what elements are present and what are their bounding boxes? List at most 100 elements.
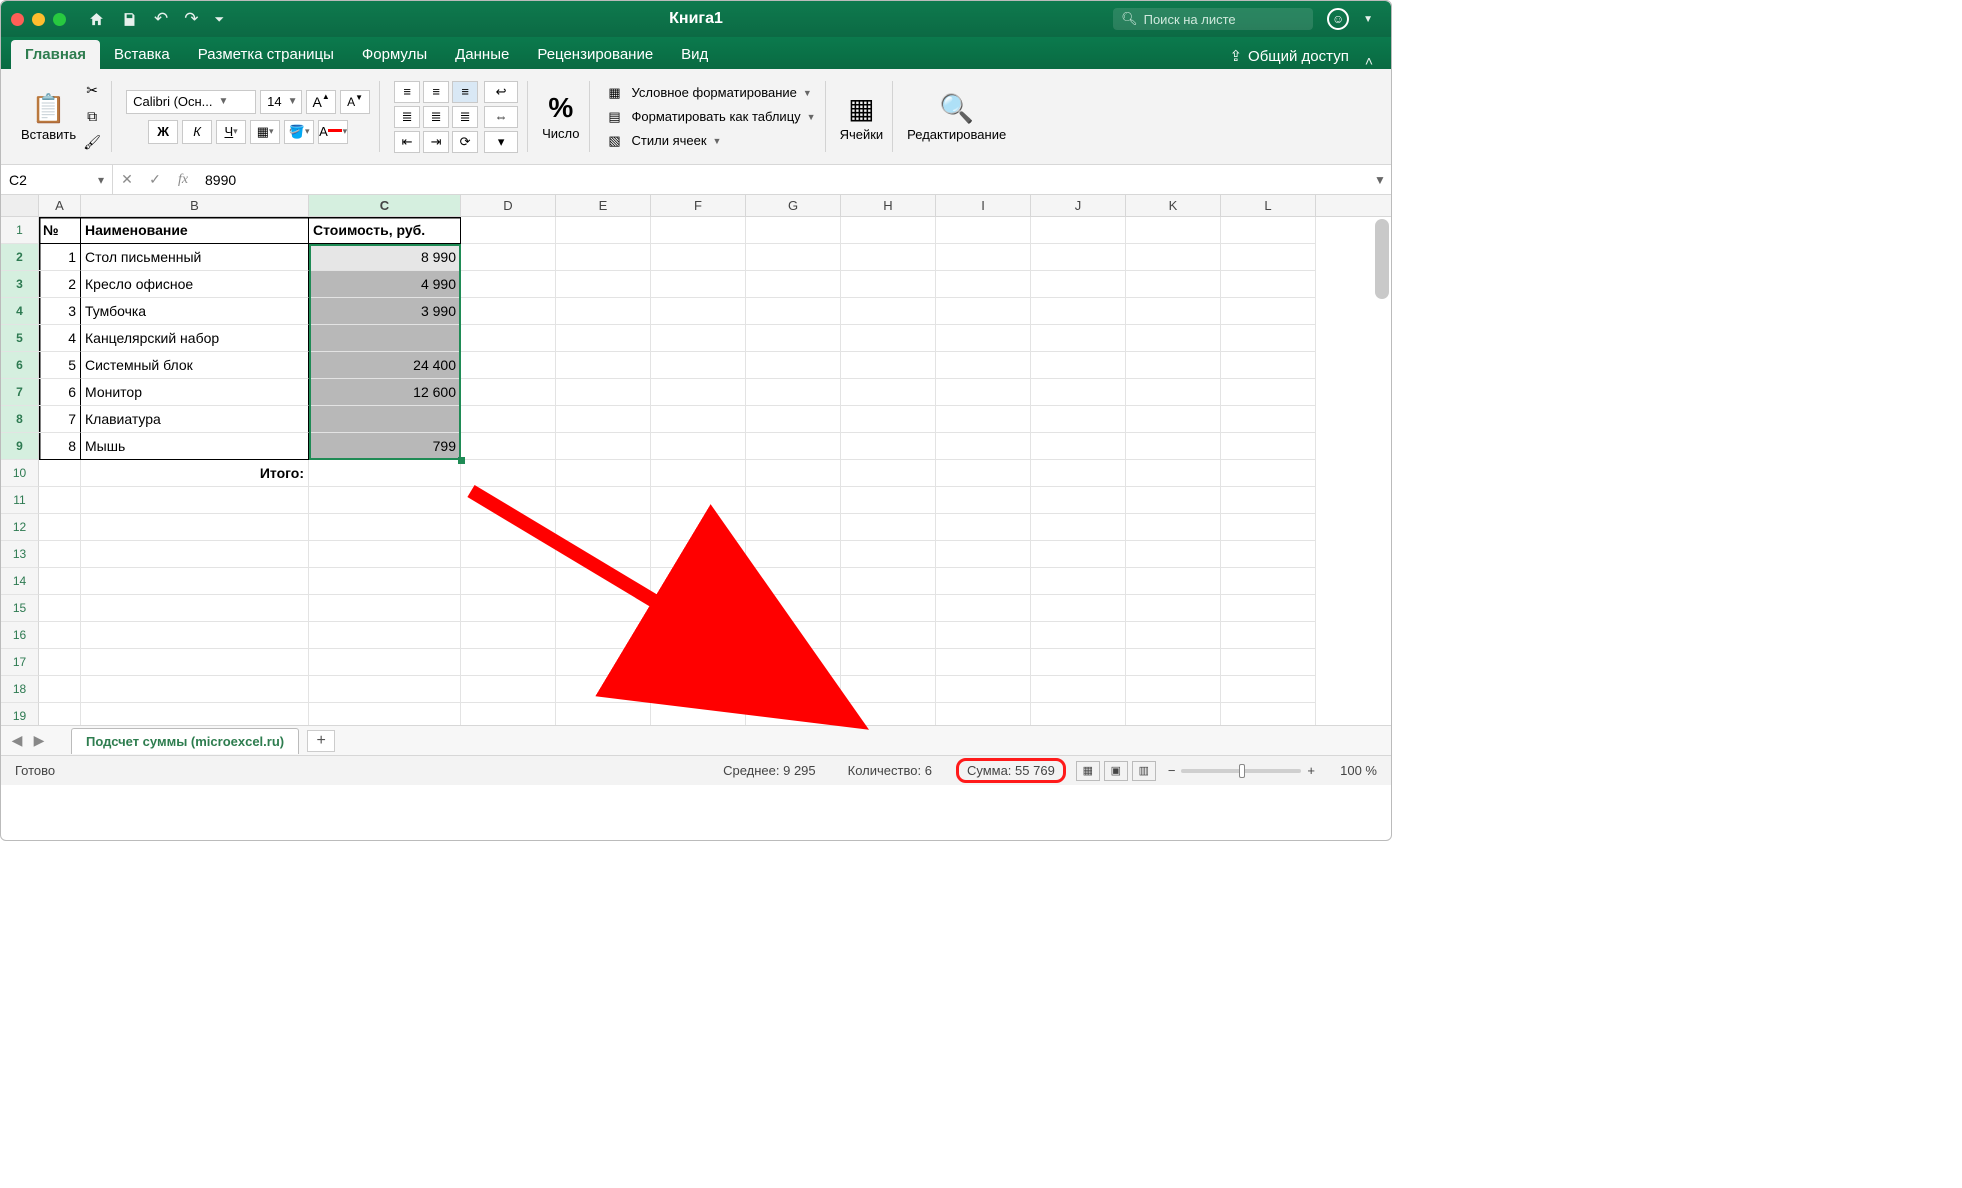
cell[interactable] [309,460,461,487]
quick-access-overflow-icon[interactable]: ⏷ [215,12,225,27]
italic-button[interactable]: К [182,120,212,144]
cell[interactable] [461,649,556,676]
accept-formula-button[interactable]: ✓ [141,171,169,188]
cell[interactable] [81,649,309,676]
cell[interactable] [841,298,936,325]
cell[interactable] [1221,595,1316,622]
row-header[interactable]: 11 [1,487,39,514]
cell[interactable] [461,703,556,725]
cell[interactable] [1126,568,1221,595]
cell[interactable] [1126,379,1221,406]
cell[interactable] [746,676,841,703]
cell[interactable] [461,487,556,514]
cell[interactable] [1126,217,1221,244]
align-top-button[interactable]: ≡ [394,81,420,103]
cell[interactable] [39,460,81,487]
cell[interactable] [651,676,746,703]
cell[interactable] [1031,217,1126,244]
row-header[interactable]: 18 [1,676,39,703]
cell[interactable] [309,595,461,622]
cell[interactable] [1221,514,1316,541]
cell[interactable] [651,244,746,271]
col-header-G[interactable]: G [746,195,841,216]
col-header-C[interactable]: C [309,195,461,216]
cell[interactable] [746,487,841,514]
cell[interactable]: 799 [309,433,461,460]
cell[interactable]: Монитор [81,379,309,406]
cell[interactable] [1031,460,1126,487]
cell[interactable] [1031,568,1126,595]
cell[interactable] [461,271,556,298]
cell[interactable]: Наименование [81,217,309,244]
cell[interactable] [39,622,81,649]
cell[interactable] [651,271,746,298]
cell[interactable] [81,703,309,725]
cell[interactable] [936,298,1031,325]
cell[interactable] [936,217,1031,244]
cell[interactable]: Тумбочка [81,298,309,325]
cell[interactable] [746,217,841,244]
cell[interactable] [936,676,1031,703]
cell[interactable]: Клавиатура [81,406,309,433]
cell[interactable] [651,541,746,568]
cell[interactable] [651,649,746,676]
cell[interactable] [1221,649,1316,676]
row-header[interactable]: 16 [1,622,39,649]
cell[interactable] [556,379,651,406]
cell[interactable] [651,433,746,460]
cell[interactable] [841,352,936,379]
cell[interactable]: 6 [39,379,81,406]
cell[interactable] [1126,271,1221,298]
feedback-icon[interactable]: ☺ [1327,8,1349,30]
row-header[interactable]: 5 [1,325,39,352]
cell[interactable] [556,622,651,649]
cell[interactable] [841,460,936,487]
cell[interactable] [1031,352,1126,379]
cell[interactable] [841,703,936,725]
cell[interactable] [651,703,746,725]
cell[interactable] [841,406,936,433]
row-header[interactable]: 1 [1,217,39,244]
zoom-in-button[interactable]: + [1307,763,1315,778]
cell[interactable] [651,595,746,622]
cell[interactable] [1126,595,1221,622]
cell[interactable] [936,379,1031,406]
cell[interactable] [461,325,556,352]
cell[interactable] [1126,649,1221,676]
close-window-button[interactable] [11,13,24,26]
cell[interactable] [746,325,841,352]
cell[interactable]: 5 [39,352,81,379]
cell[interactable]: 24 400 [309,352,461,379]
search-input[interactable] [1144,12,1294,27]
cell[interactable] [461,460,556,487]
row-header[interactable]: 3 [1,271,39,298]
expand-formula-bar-button[interactable]: ▼ [1369,173,1391,187]
cell[interactable] [1031,595,1126,622]
cell[interactable] [39,595,81,622]
share-button[interactable]: ⇪ Общий доступ [1221,43,1356,69]
cell[interactable] [841,244,936,271]
col-header-J[interactable]: J [1031,195,1126,216]
cell[interactable] [556,271,651,298]
cell[interactable] [461,433,556,460]
conditional-formatting-button[interactable]: ▦Условное форматирование▼ [604,84,812,102]
cell[interactable]: 4 [39,325,81,352]
cell[interactable] [841,595,936,622]
cell[interactable] [746,595,841,622]
zoom-slider-track[interactable] [1181,769,1301,773]
cell[interactable] [746,622,841,649]
underline-button[interactable]: Ч▾ [216,120,246,144]
cell[interactable] [746,541,841,568]
cell[interactable] [746,244,841,271]
cell[interactable] [651,487,746,514]
cell[interactable] [841,217,936,244]
editing-button[interactable]: 🔍 Редактирование [907,92,1006,142]
cell[interactable] [936,352,1031,379]
cell[interactable] [81,622,309,649]
row-header[interactable]: 13 [1,541,39,568]
cell[interactable] [556,352,651,379]
row-header[interactable]: 17 [1,649,39,676]
cell[interactable] [1031,703,1126,725]
cell[interactable] [556,514,651,541]
cell[interactable] [936,541,1031,568]
